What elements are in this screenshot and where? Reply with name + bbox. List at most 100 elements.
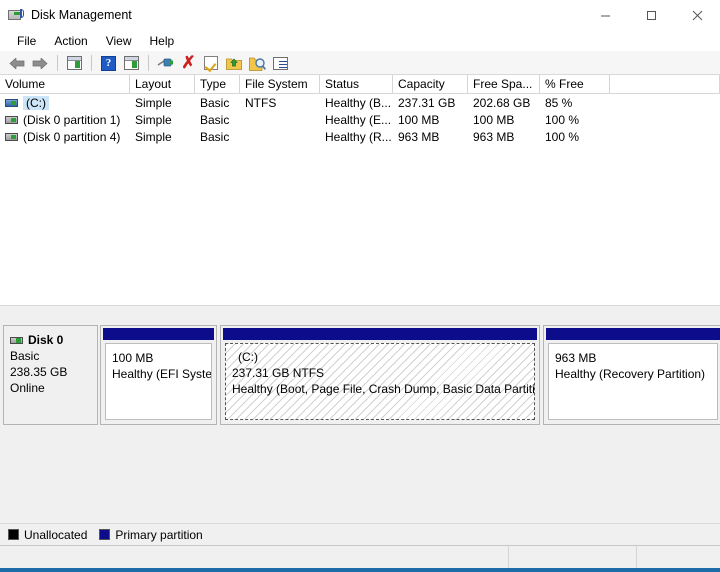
menu-item-help[interactable]: Help — [141, 32, 184, 50]
table-row[interactable]: (Disk 0 partition 1) Simple Basic Health… — [0, 111, 720, 128]
partition-efi[interactable]: 100 MB Healthy (EFI System Partition) — [100, 325, 217, 425]
partition-size: 237.31 GB NTFS — [232, 366, 325, 380]
partition-recovery[interactable]: 963 MB Healthy (Recovery Partition) — [543, 325, 720, 425]
cell-free-space: 963 MB — [473, 129, 515, 144]
partition-size: 100 MB — [112, 351, 154, 365]
partition-size: 963 MB — [555, 351, 597, 365]
volume-drive-icon — [5, 98, 18, 107]
partition-strip: 100 MB Healthy (EFI System Partition) (C… — [100, 325, 720, 425]
cell-layout: Simple — [135, 95, 172, 110]
disk-info-panel[interactable]: Disk 0 Basic 238.35 GB Online — [3, 325, 98, 425]
table-row[interactable]: (C:) Simple Basic NTFS Healthy (B... 237… — [0, 94, 720, 111]
check-icon[interactable] — [200, 52, 222, 74]
column-header-layout[interactable]: Layout — [130, 75, 195, 94]
cell-capacity: 237.31 GB — [398, 95, 456, 110]
legend-label-unallocated: Unallocated — [24, 527, 88, 542]
cell-percent-free: 100 % — [545, 112, 580, 127]
column-header-percent-free[interactable]: % Free — [540, 75, 610, 94]
legend-swatch-unallocated — [8, 529, 19, 540]
cell-capacity: 963 MB — [398, 129, 440, 144]
partition-c[interactable]: (C:) 237.31 GB NTFS Healthy (Boot, Page … — [220, 325, 540, 425]
legend-item-unallocated: Unallocated — [8, 528, 87, 542]
toolbar: ? ✗ — [0, 51, 720, 75]
up-one-level-icon[interactable] — [63, 52, 85, 74]
partition-color-bar — [546, 328, 720, 340]
cell-type: Basic — [200, 112, 230, 127]
partition-body: 963 MB Healthy (Recovery Partition) — [548, 343, 718, 420]
column-header-spacer[interactable] — [610, 75, 720, 94]
graphical-view: Disk 0 Basic 238.35 GB Online 100 MB Hea… — [0, 312, 720, 523]
cell-type: Basic — [200, 95, 230, 110]
column-header-file-system[interactable]: File System — [240, 75, 320, 94]
window-controls — [582, 0, 720, 30]
partition-label: (C:) — [238, 350, 258, 364]
toolbar-separator — [57, 54, 58, 71]
properties-list-icon[interactable] — [269, 52, 291, 74]
properties-plug-icon[interactable] — [154, 52, 176, 74]
partition-status: Healthy (Boot, Page File, Crash Dump, Ba… — [232, 382, 535, 396]
volume-drive-icon — [5, 132, 18, 141]
column-header-volume[interactable]: Volume — [0, 75, 130, 94]
disk-title: Disk 0 — [10, 332, 97, 348]
partition-color-bar — [223, 328, 537, 340]
column-header-status[interactable]: Status — [320, 75, 393, 94]
partition-status: Healthy (Recovery Partition) — [555, 367, 706, 381]
cell-status: Healthy (B... — [325, 95, 392, 110]
help-icon[interactable]: ? — [97, 52, 119, 74]
back-icon[interactable] — [6, 52, 28, 74]
column-header-free-space[interactable]: Free Spa... — [468, 75, 540, 94]
disk-management-window: Disk Management File Action View Help ? … — [0, 0, 720, 572]
toolbar-separator — [148, 54, 149, 71]
cell-free-space: 202.68 GB — [473, 95, 531, 110]
legend-item-primary-partition: Primary partition — [99, 527, 203, 542]
legend-swatch-primary — [99, 529, 111, 540]
disk-name: Disk 0 — [28, 333, 64, 347]
partition-body: 100 MB Healthy (EFI System Partition) — [105, 343, 212, 420]
volume-list[interactable]: Volume Layout Type File System Status Ca… — [0, 75, 720, 305]
cell-layout: Simple — [135, 129, 172, 144]
disk-row-0: Disk 0 Basic 238.35 GB Online 100 MB Hea… — [3, 325, 720, 425]
cell-free-space: 100 MB — [473, 112, 515, 127]
disk-type: Basic — [10, 349, 40, 363]
rescan-magnifier-icon[interactable] — [246, 52, 268, 74]
volume-list-header: Volume Layout Type File System Status Ca… — [0, 75, 720, 94]
close-button[interactable] — [674, 0, 720, 30]
legend-label-primary: Primary partition — [115, 527, 203, 542]
cell-volume[interactable]: (Disk 0 partition 1) — [0, 113, 130, 127]
cell-volume[interactable]: (C:) — [0, 95, 130, 110]
menu-item-action[interactable]: Action — [45, 32, 96, 50]
title-bar: Disk Management — [0, 0, 720, 30]
delete-icon[interactable]: ✗ — [177, 52, 199, 74]
column-header-type[interactable]: Type — [195, 75, 240, 94]
minimize-button[interactable] — [582, 0, 628, 30]
legend: Unallocated Primary partition — [0, 523, 720, 545]
menu-item-file[interactable]: File — [8, 32, 45, 50]
partition-color-bar — [103, 328, 214, 340]
column-header-capacity[interactable]: Capacity — [393, 75, 468, 94]
cell-layout: Simple — [135, 112, 172, 127]
cell-status: Healthy (R... — [325, 129, 392, 144]
status-bar — [0, 545, 720, 569]
disk-size: 238.35 GB — [10, 365, 68, 379]
table-row[interactable]: (Disk 0 partition 4) Simple Basic Health… — [0, 128, 720, 145]
folder-up-icon[interactable] — [223, 52, 245, 74]
cell-capacity: 100 MB — [398, 112, 440, 127]
cell-volume[interactable]: (Disk 0 partition 4) — [0, 130, 130, 144]
status-cell-1 — [0, 546, 509, 569]
status-cell-3 — [637, 546, 720, 569]
maximize-button[interactable] — [628, 0, 674, 30]
cell-type: Basic — [200, 129, 230, 144]
volume-name: (Disk 0 partition 1) — [23, 112, 121, 127]
forward-icon[interactable] — [29, 52, 51, 74]
accent-strip — [0, 568, 720, 572]
disk-drive-icon — [10, 336, 23, 344]
menu-item-view[interactable]: View — [97, 32, 141, 50]
disk-drive-icon — [8, 7, 24, 23]
menu-bar: File Action View Help — [0, 30, 720, 51]
partition-status: Healthy (EFI System Partition) — [112, 367, 212, 381]
cell-percent-free: 100 % — [545, 129, 580, 144]
volume-name: (Disk 0 partition 4) — [23, 129, 121, 144]
partition-body: (C:) 237.31 GB NTFS Healthy (Boot, Page … — [225, 343, 535, 420]
show-hide-console-tree-icon[interactable] — [120, 52, 142, 74]
window-title: Disk Management — [31, 8, 132, 22]
